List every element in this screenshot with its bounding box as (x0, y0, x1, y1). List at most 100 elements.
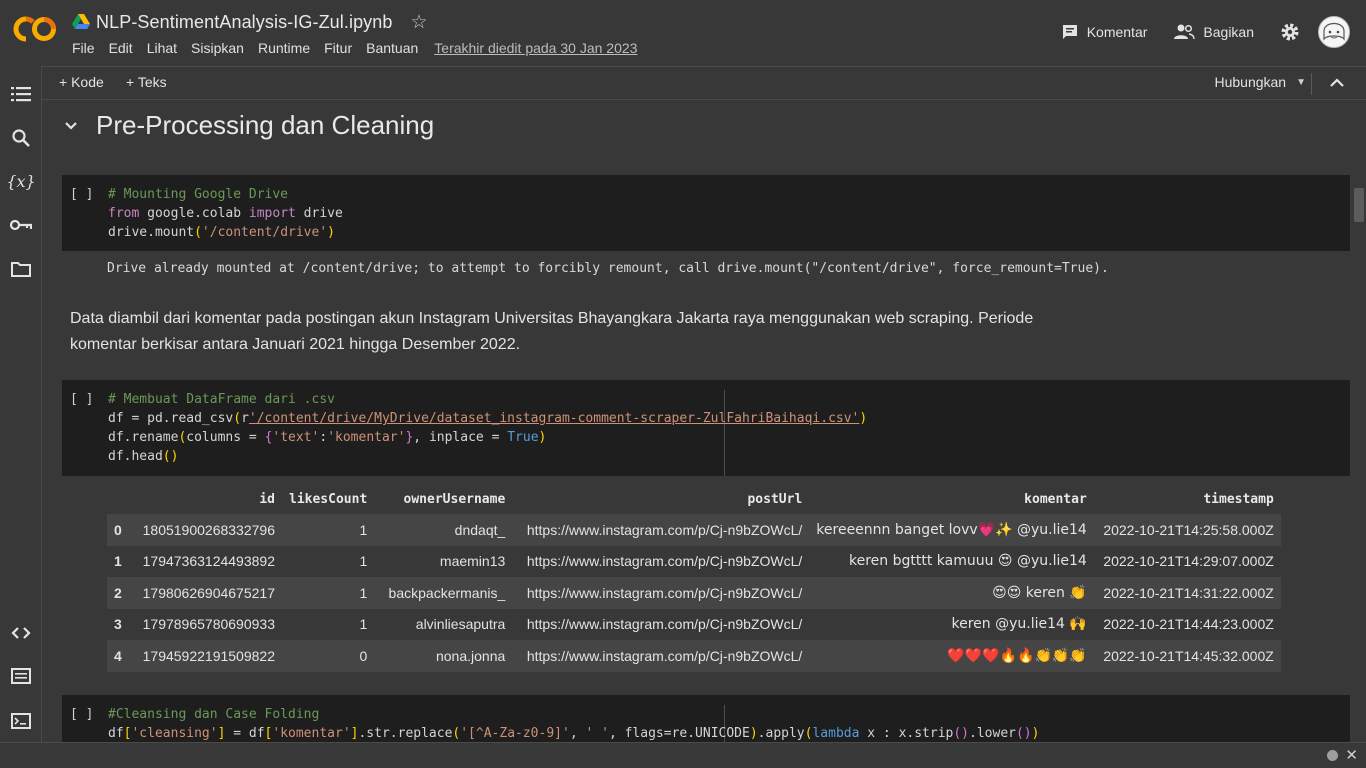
cell-timestamp: 2022-10-21T14:44:23.000Z (1103, 616, 1274, 633)
code-snippets-icon[interactable] (9, 621, 33, 645)
runtime-status-icon[interactable] (1327, 750, 1338, 761)
menu-bar: File Edit Lihat Sisipkan Runtime Fitur B… (72, 40, 637, 56)
markdown-text-cell[interactable]: Data diambil dari komentar pada postinga… (70, 306, 1050, 358)
code-text: columns = (186, 430, 265, 445)
cell-username: alvinliesaputra (415, 616, 506, 633)
google-drive-icon[interactable] (72, 14, 90, 30)
cell-username: dndaqt_ (374, 514, 513, 546)
cell-comment: 😍😍 keren 👏 (809, 577, 1094, 609)
cell-likes: 1 (359, 553, 368, 570)
code-string: 'cleansing' (131, 726, 218, 741)
code-text: df (108, 726, 124, 741)
menu-view[interactable]: Lihat (147, 40, 177, 56)
row-index: 2 (107, 577, 134, 609)
row-index: 0 (107, 514, 134, 546)
dropdown-caret-icon: ▼ (1296, 76, 1306, 88)
code-text: df = pd.read_csv (108, 411, 234, 426)
code-keyword: lambda (812, 726, 860, 741)
menu-tools[interactable]: Fitur (324, 40, 352, 56)
code-bracket: ) (1031, 726, 1040, 741)
table-header-row: id likesCount ownerUsername postUrl kome… (107, 484, 1281, 514)
run-cell-button[interactable]: [ ] (70, 187, 93, 202)
column-header: ownerUsername (403, 491, 506, 507)
cell-id: 17978965780690933 (142, 616, 275, 633)
add-text-button[interactable]: + Teks (126, 74, 167, 90)
cell-comment: kereeennn banget lovv💗✨ @yu.lie14 (809, 514, 1094, 546)
code-comment: # Mounting Google Drive (108, 187, 289, 202)
collapse-header-icon[interactable] (1328, 74, 1346, 92)
cell-post-url: https://www.instagram.com/p/Cj-n9bZOWcL/ (512, 514, 810, 546)
search-icon[interactable] (9, 126, 33, 150)
code-bracket: () (1015, 726, 1032, 741)
code-cell-cleansing[interactable]: [ ] #Cleansing dan Case Folding df['clea… (62, 695, 1350, 742)
column-header: id (259, 491, 275, 507)
cell-id: 17945922191509822 (134, 640, 282, 672)
cell-username: maemin13 (439, 553, 506, 570)
code-text: , flags=re.UNICODE (608, 726, 750, 741)
code-cell-dataframe[interactable]: [ ] # Membuat DataFrame dari .csv df = p… (62, 380, 1350, 476)
column-header: likesCount (289, 491, 368, 507)
menu-edit[interactable]: Edit (109, 40, 133, 56)
table-of-contents-icon[interactable] (9, 82, 33, 106)
code-bracket: ) (749, 726, 758, 741)
scrollbar-thumb[interactable] (1354, 188, 1364, 222)
column-header: timestamp (1203, 491, 1274, 507)
cell-comment: keren @yu.lie14 🙌 (951, 616, 1087, 633)
chevron-down-icon[interactable] (62, 117, 80, 135)
code-editor[interactable]: # Mounting Google Drive from google.cola… (108, 185, 343, 242)
run-cell-button[interactable]: [ ] (70, 392, 93, 407)
comment-button[interactable]: Komentar (1061, 23, 1147, 41)
code-text: df.head (108, 449, 163, 464)
column-header: postUrl (747, 491, 803, 507)
cell-likes: 1 (282, 577, 375, 609)
code-string: '/content/drive/MyDrive/dataset_instagra… (248, 411, 860, 426)
share-button[interactable]: Bagikan (1173, 23, 1254, 41)
code-text: drive (295, 206, 343, 221)
last-edited-link[interactable]: Terakhir diedit pada 30 Jan 2023 (434, 40, 637, 56)
menu-insert[interactable]: Sisipkan (191, 40, 244, 56)
status-bar: ✕ (0, 742, 1366, 768)
header-actions: Komentar Bagikan (1061, 14, 1366, 50)
code-keyword: import (248, 206, 296, 221)
share-label: Bagikan (1203, 24, 1254, 40)
code-bracket: ) (327, 225, 335, 240)
column-header: komentar (1024, 491, 1087, 507)
code-cell-mount[interactable]: [ ] # Mounting Google Drive from google.… (62, 175, 1350, 251)
secrets-key-icon[interactable] (9, 213, 33, 237)
close-icon[interactable]: ✕ (1345, 746, 1358, 764)
code-comment: #Cleansing dan Case Folding (108, 707, 320, 722)
code-bracket: ( (194, 225, 202, 240)
notebook-toolbar: + Kode + Teks Hubungkan ▼ (42, 66, 1366, 100)
code-string: 'komentar' (327, 430, 406, 445)
section-title: Pre-Processing dan Cleaning (96, 110, 435, 140)
variables-icon[interactable]: {x} (6, 169, 35, 193)
add-code-button[interactable]: + Kode (59, 74, 104, 90)
vertical-scrollbar[interactable] (1352, 100, 1366, 742)
command-palette-icon[interactable] (9, 664, 33, 688)
table-row: 0 18051900268332796 1 dndaqt_ https://ww… (107, 514, 1281, 546)
terminal-icon[interactable] (9, 709, 33, 733)
settings-gear-icon[interactable] (1280, 22, 1300, 42)
folder-icon[interactable] (9, 257, 33, 281)
table-row: 3 17978965780690933 1 alvinliesaputra ht… (107, 609, 1281, 641)
colab-logo[interactable] (12, 14, 58, 44)
code-text: , (569, 726, 586, 741)
code-text: .str.replace (358, 726, 453, 741)
code-bracket: ) (538, 430, 547, 445)
menu-file[interactable]: File (72, 40, 95, 56)
cell-id: 18051900268332796 (134, 514, 282, 546)
star-icon[interactable]: ☆ (411, 11, 428, 34)
row-index: 3 (114, 616, 122, 633)
menu-runtime[interactable]: Runtime (258, 40, 310, 56)
menu-help[interactable]: Bantuan (366, 40, 418, 56)
cell-comment: ❤️❤️❤️🔥🔥👏👏👏 (809, 640, 1094, 672)
user-avatar[interactable] (1318, 16, 1350, 48)
code-text: drive.mount (108, 225, 195, 240)
code-editor[interactable]: # Membuat DataFrame dari .csv df = pd.re… (108, 390, 867, 466)
connect-button[interactable]: Hubungkan ▼ (1214, 74, 1306, 90)
run-cell-button[interactable]: [ ] (70, 707, 93, 722)
code-bracket: ) (859, 411, 868, 426)
toolbar-divider (1311, 73, 1312, 95)
code-editor[interactable]: #Cleansing dan Case Folding df['cleansin… (108, 705, 1039, 742)
notebook-title[interactable]: NLP-SentimentAnalysis-IG-Zul.ipynb (96, 12, 393, 33)
